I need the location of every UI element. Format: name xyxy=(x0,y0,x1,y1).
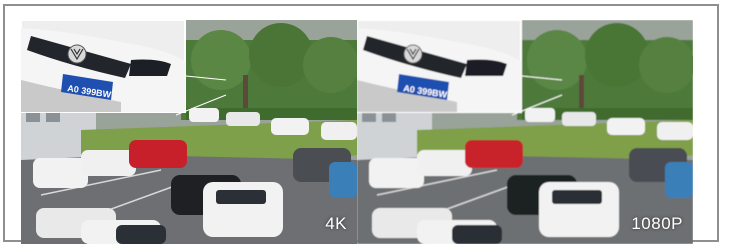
car-white xyxy=(607,118,645,135)
camera-view-1080p: A0 399BW 1080P xyxy=(357,20,693,244)
car-white xyxy=(189,108,219,122)
car-white xyxy=(81,150,136,176)
comparison-frame: A0 399BW 4K A0 399BW 1080P xyxy=(3,4,719,244)
car-white xyxy=(657,122,693,140)
car-white xyxy=(33,158,88,188)
resolution-label-4k: 4K xyxy=(325,214,347,233)
camera-view-4k: A0 399BW 4K xyxy=(21,20,357,244)
car-white xyxy=(525,108,555,122)
car-white xyxy=(321,122,357,140)
resolution-label-1080p: 1080P xyxy=(631,214,683,233)
car-white xyxy=(417,150,472,176)
car-white xyxy=(562,112,596,126)
car-red xyxy=(465,140,523,168)
parking-lot-scene-4k: A0 399BW xyxy=(21,20,357,244)
car-white xyxy=(271,118,309,135)
car-blue xyxy=(665,162,693,198)
zoom-inset-1080p: A0 399BW xyxy=(357,20,522,113)
car-white xyxy=(369,158,424,188)
car-white xyxy=(226,112,260,126)
car-blue xyxy=(329,162,357,198)
zoom-inset-4k: A0 399BW xyxy=(21,20,186,113)
parking-lot-scene-1080p: A0 399BW xyxy=(357,20,693,244)
car-red xyxy=(129,140,187,168)
